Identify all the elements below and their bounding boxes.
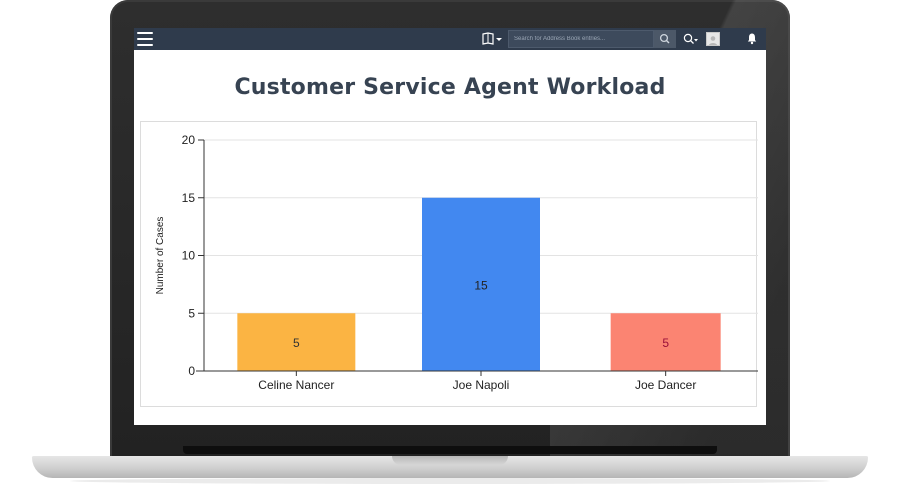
x-tick-label: Joe Napoli [453,378,510,392]
x-tick-label: Joe Dancer [635,378,696,392]
laptop-base-notch [392,456,508,465]
x-tick-label: Celine Nancer [258,378,334,392]
y-axis-label: Number of Cases [155,217,166,295]
y-tick-label: 5 [188,306,195,320]
app-screen: Customer Service Agent Workload 05101520… [134,28,766,425]
y-tick-label: 20 [182,133,196,147]
y-tick-label: 10 [182,249,196,263]
y-tick-label: 15 [182,191,196,205]
bar-data-label: 5 [662,336,669,350]
laptop-bezel-bottom [183,446,717,454]
bar-data-label: 15 [474,278,488,292]
y-tick-label: 0 [188,364,195,378]
bar-chart: 0 5 10 15 20 Number of Cases 5 Celine Nancer 15 J… [155,133,758,392]
laptop-shadow [70,478,830,484]
bar-data-label: 5 [293,336,300,350]
